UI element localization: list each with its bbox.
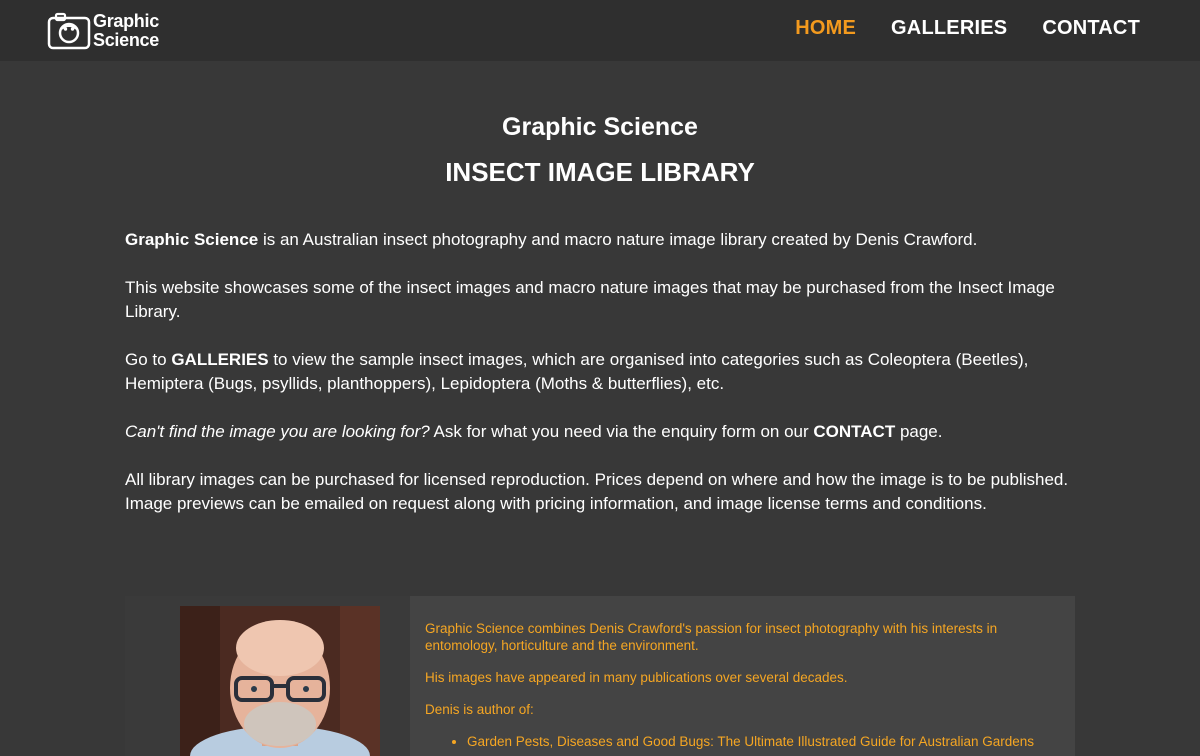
about-paragraph-2: His images have appeared in many publica… <box>425 670 848 685</box>
about-panel: Graphic Science combines Denis Crawford'… <box>125 596 1075 756</box>
about-photo-column <box>125 596 410 756</box>
author-portrait-image <box>180 606 380 756</box>
about-paragraph-3: Denis is author of: <box>425 702 534 717</box>
logo-line-2: Science <box>93 30 159 50</box>
main-nav: HOME GALLERIES CONTACT <box>760 17 1140 40</box>
intro-question: Can't find the image you are looking for… <box>125 422 430 441</box>
intro-text: Go to <box>125 350 172 369</box>
contact-mention: CONTACT <box>813 422 896 441</box>
intro-paragraph-3: Go to GALLERIES to view the sample insec… <box>125 348 1070 396</box>
intro-brand: Graphic Science <box>125 230 259 249</box>
site-logo[interactable]: Graphic Science <box>47 11 159 51</box>
book-list-item: Garden Pests, Diseases and Good Bugs: Th… <box>467 733 1045 750</box>
intro-text: page. <box>895 422 943 441</box>
book-list: Garden Pests, Diseases and Good Bugs: Th… <box>425 733 1045 750</box>
galleries-mention: GALLERIES <box>171 350 269 369</box>
intro-paragraph-5: All library images can be purchased for … <box>125 470 1069 513</box>
page-title: Graphic Science <box>502 113 698 141</box>
logo-text: Graphic Science <box>93 12 159 50</box>
intro-paragraph-1: Graphic Science is an Australian insect … <box>125 228 1070 252</box>
camera-logo-icon <box>47 12 91 50</box>
intro-paragraph-2: This website showcases some of the insec… <box>125 278 1055 321</box>
nav-galleries-link[interactable]: GALLERIES <box>891 17 1007 40</box>
about-text: Graphic Science combines Denis Crawford'… <box>425 620 1045 750</box>
intro-section: Graphic Science is an Australian insect … <box>125 228 1070 540</box>
nav-home-link[interactable]: HOME <box>795 17 856 40</box>
page-subtitle: INSECT IMAGE LIBRARY <box>445 157 755 187</box>
intro-text: Ask for what you need via the enquiry fo… <box>429 422 814 441</box>
author-photo <box>180 606 380 756</box>
intro-text: is an Australian insect photography and … <box>258 230 978 249</box>
nav-contact-link[interactable]: CONTACT <box>1042 17 1140 40</box>
intro-paragraph-4: Can't find the image you are looking for… <box>125 420 1070 444</box>
site-header: Graphic Science HOME GALLERIES CONTACT <box>0 0 1200 61</box>
logo-line-1: Graphic <box>93 11 159 31</box>
about-paragraph-1: Graphic Science combines Denis Crawford'… <box>425 621 998 653</box>
